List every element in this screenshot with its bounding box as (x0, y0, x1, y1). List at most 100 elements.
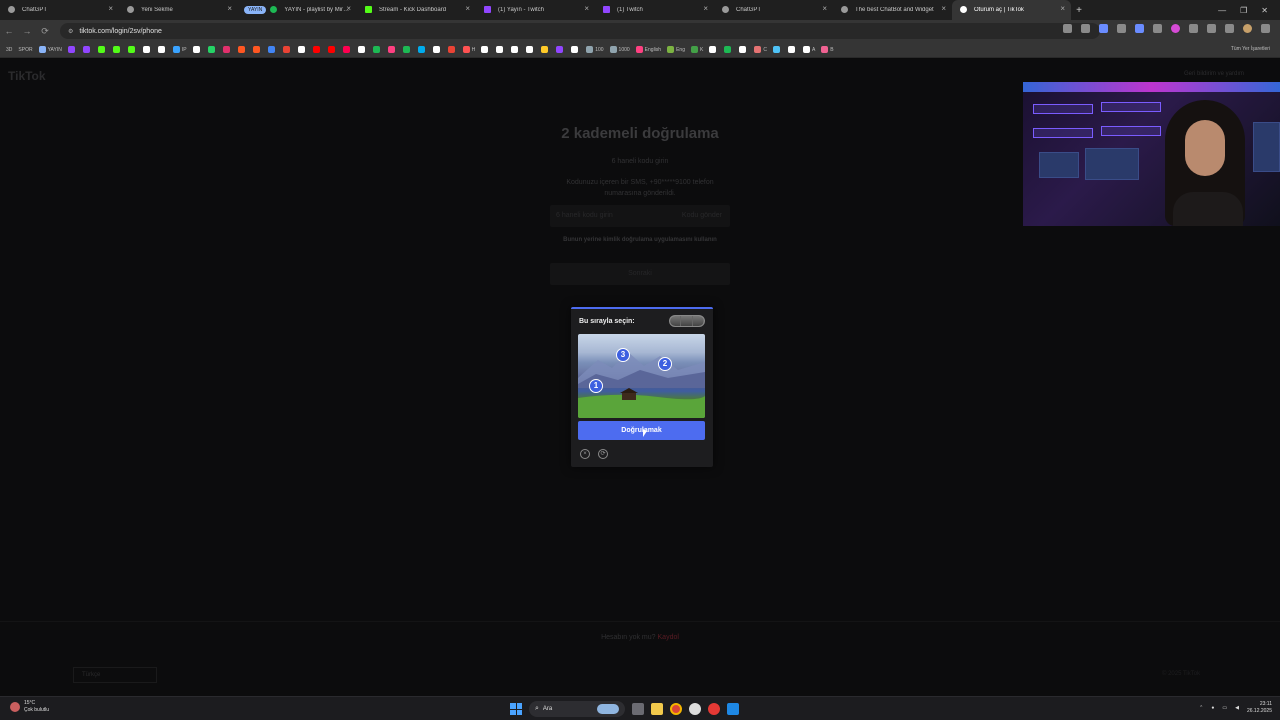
bookmark-item[interactable] (739, 46, 748, 53)
bookmark-item[interactable] (772, 46, 782, 53)
bookmark-item[interactable] (357, 46, 367, 53)
extension-icon[interactable] (1117, 24, 1126, 33)
bookmark-item[interactable]: Eng (667, 46, 685, 53)
bookmark-item[interactable] (372, 46, 382, 53)
bookmark-item[interactable] (127, 46, 137, 53)
new-tab-icon[interactable]: + (1071, 5, 1087, 16)
bookmark-item[interactable]: 1000 (609, 46, 630, 53)
feedback-link[interactable]: Geri bildirim ve yardım (1184, 71, 1244, 77)
bookmark-item[interactable] (282, 46, 292, 53)
bookmark-item[interactable] (496, 46, 505, 53)
browser-tab[interactable]: Oturum aç | TikTok × (952, 0, 1071, 20)
browser-tab[interactable]: YAYIN YAYIN - playlist by Mironicteri× (238, 0, 357, 20)
all-bookmarks[interactable]: Tüm Yer İşaretleri (1231, 46, 1270, 52)
word-icon[interactable] (727, 703, 739, 715)
sidebar-icon[interactable] (1225, 24, 1234, 33)
bookmark-item[interactable]: English (635, 46, 661, 53)
next-button[interactable]: Sonraki (550, 263, 730, 285)
bookmark-item[interactable] (342, 46, 352, 53)
captcha-marker-3[interactable]: 3 (616, 348, 630, 362)
taskbar-search[interactable]: ⌕ Ara (529, 701, 625, 717)
bookmark-item[interactable] (724, 46, 733, 53)
bookmark-item[interactable] (526, 46, 535, 53)
browser-tab[interactable]: ChatGPT × (0, 0, 119, 20)
browser-tab[interactable]: (1) Yayın - Twitch × (476, 0, 595, 20)
bookmark-item[interactable] (142, 46, 152, 53)
bookmark-item[interactable]: H (462, 46, 475, 53)
app-icon[interactable] (708, 703, 720, 715)
address-bar[interactable]: ⚙ tiktok.com/login/2sv/phone (60, 23, 1100, 39)
captcha-marker-1[interactable]: 1 (589, 379, 603, 393)
bookmark-item[interactable] (237, 46, 247, 53)
verify-button[interactable]: Doğrulamak (578, 421, 705, 440)
browser-tab[interactable]: ChatGPT × (714, 0, 833, 20)
extension-icon[interactable] (1153, 24, 1162, 33)
bookmark-item[interactable] (447, 46, 457, 53)
forward-icon[interactable]: → (18, 26, 36, 36)
signup-link[interactable]: Kaydol (658, 634, 679, 641)
tab-close-icon[interactable]: × (227, 5, 232, 13)
tab-close-icon[interactable]: × (584, 5, 589, 13)
menu-icon[interactable] (1261, 24, 1270, 33)
bookmark-item[interactable] (432, 46, 442, 53)
bookmark-item[interactable] (709, 46, 718, 53)
site-info-icon[interactable]: ⚙ (68, 28, 73, 35)
bookmark-item[interactable]: IP (172, 46, 187, 53)
download-icon[interactable] (1207, 24, 1216, 33)
bookmark-item[interactable] (252, 46, 262, 53)
puzzle-icon[interactable] (1189, 24, 1198, 33)
browser-tab[interactable]: The best ChatBot and Widget × (833, 0, 952, 20)
close-window-icon[interactable]: ✕ (1261, 6, 1268, 15)
profile-avatar[interactable] (1243, 24, 1252, 33)
extension-icon[interactable] (1171, 24, 1180, 33)
bookmark-item[interactable] (571, 46, 580, 53)
tab-close-icon[interactable]: × (108, 5, 113, 13)
bookmark-item[interactable] (82, 46, 92, 53)
bookmark-item[interactable] (327, 46, 337, 53)
tab-close-icon[interactable]: × (465, 5, 470, 13)
windows-start-icon[interactable] (510, 703, 522, 715)
clock[interactable]: 23:11 26.12.2025 (1247, 701, 1272, 715)
bookmark-item[interactable] (112, 46, 122, 53)
browser-tab[interactable]: Yeni Sekme × (119, 0, 238, 20)
bookmark-item[interactable] (402, 46, 412, 53)
bookmark-item[interactable] (207, 46, 217, 53)
browser-tab[interactable]: (1) Twitch × (595, 0, 714, 20)
send-code-button[interactable]: Kodu gönder (682, 212, 722, 219)
bookmark-item[interactable]: B (821, 46, 834, 53)
bookmark-item[interactable] (97, 46, 107, 53)
bookmark-item[interactable] (67, 46, 77, 53)
close-icon[interactable]: × (580, 449, 590, 459)
bookmark-item[interactable] (417, 46, 427, 53)
weather-widget[interactable]: 15°C Çok bulutlu (10, 700, 49, 714)
bookmark-item[interactable] (222, 46, 232, 53)
bookmark-item[interactable]: A (802, 46, 815, 53)
bookmark-item[interactable] (312, 46, 322, 53)
bookmark-item[interactable] (192, 46, 202, 53)
captcha-image[interactable]: 1 2 3 (578, 334, 705, 418)
tiktok-logo[interactable]: TikTok (8, 69, 46, 83)
bookmark-item[interactable]: C (754, 46, 767, 53)
network-icon[interactable]: ▭ (1222, 705, 1227, 711)
tab-close-icon[interactable]: × (822, 5, 827, 13)
tab-close-icon[interactable]: × (941, 5, 946, 13)
captcha-marker-2[interactable]: 2 (658, 357, 672, 371)
bookmark-item[interactable] (297, 46, 307, 53)
bookmark-item[interactable]: K (690, 46, 703, 53)
tab-close-icon[interactable]: × (1060, 5, 1065, 13)
tab-close-icon[interactable]: × (346, 5, 351, 13)
chevron-up-icon[interactable]: ⌃ (1199, 705, 1203, 711)
bookmark-item[interactable] (541, 46, 550, 53)
language-select[interactable]: Türkçe (73, 667, 157, 683)
reload-icon[interactable]: ⟳ (36, 26, 54, 37)
bookmark-item[interactable] (556, 46, 565, 53)
star-icon[interactable] (1081, 24, 1090, 33)
bookmark-item[interactable]: 100 (586, 46, 604, 53)
minimize-icon[interactable]: — (1218, 6, 1226, 15)
file-explorer-icon[interactable] (651, 703, 663, 715)
mic-icon[interactable]: ● (1211, 705, 1214, 711)
install-icon[interactable] (1063, 24, 1072, 33)
bookmark-item[interactable]: SPOR (18, 47, 32, 53)
chrome-icon[interactable] (670, 703, 682, 715)
bookmark-item[interactable] (481, 46, 490, 53)
